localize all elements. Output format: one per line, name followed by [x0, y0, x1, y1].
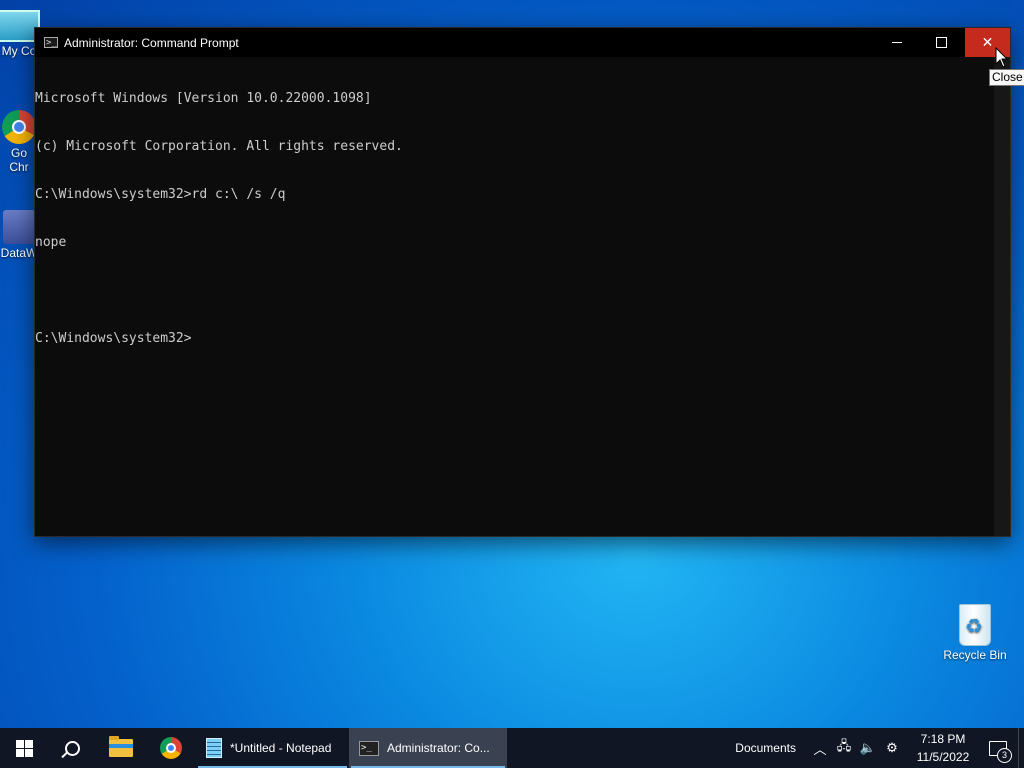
- maximize-icon: [936, 37, 947, 48]
- recycle-bin-icon: ♻: [955, 600, 995, 646]
- search-icon: [64, 740, 80, 756]
- vertical-scrollbar[interactable]: [994, 57, 1010, 536]
- chevron-up-icon[interactable]: ︿: [808, 739, 832, 758]
- volume-icon[interactable]: 🔈: [856, 740, 880, 756]
- network-icon[interactable]: 🖧: [832, 737, 856, 759]
- gear-icon[interactable]: ⚙: [880, 740, 904, 756]
- title-bar[interactable]: >_ Administrator: Command Prompt ✕: [35, 28, 1010, 57]
- notification-count-badge: 3: [997, 748, 1012, 763]
- taskbar-app-label: Administrator: Co...: [387, 741, 490, 755]
- console-prompt: C:\Windows\system32>: [35, 331, 192, 346]
- taskbar-app-command-prompt[interactable]: >_ Administrator: Co...: [349, 728, 507, 768]
- chrome-icon: [2, 110, 36, 144]
- minimize-icon: [891, 42, 902, 43]
- taskbar-app-notepad[interactable]: *Untitled - Notepad: [196, 728, 349, 768]
- clock-date: 11/5/2022: [916, 750, 970, 764]
- windows-logo-icon: [15, 739, 33, 757]
- taskbar: *Untitled - Notepad >_ Administrator: Co…: [0, 728, 1024, 768]
- console-line: Microsoft Windows [Version 10.0.22000.10…: [35, 91, 372, 106]
- window-title: Administrator: Command Prompt: [64, 35, 239, 50]
- console-line: (c) Microsoft Corporation. All rights re…: [35, 139, 403, 154]
- system-tray: Documents ︿ 🖧 🔈 ⚙ 7:18 PM 11/5/2022 3: [735, 728, 1024, 768]
- close-tooltip: Close: [989, 69, 1024, 86]
- chrome-taskbar-button[interactable]: [146, 728, 196, 768]
- clock-time: 7:18 PM: [920, 732, 966, 746]
- taskbar-app-label: *Untitled - Notepad: [230, 741, 332, 755]
- chrome-icon: [160, 737, 182, 759]
- datawrapper-icon: [3, 210, 35, 244]
- minimize-button[interactable]: [874, 28, 919, 57]
- desktop-icon-label: Recycle Bin: [943, 648, 1007, 662]
- console-line: nope: [35, 235, 67, 250]
- console-line: C:\Windows\system32>rd c:\ /s /q: [35, 187, 286, 202]
- show-desktop-button[interactable]: [1018, 728, 1024, 768]
- command-prompt-window[interactable]: >_ Administrator: Command Prompt ✕ Micro…: [34, 27, 1011, 537]
- desktop-icon-recycle-bin[interactable]: ♻ Recycle Bin: [938, 600, 1012, 662]
- notepad-icon: [206, 738, 222, 758]
- maximize-button[interactable]: [919, 28, 964, 57]
- close-icon: ✕: [981, 34, 994, 50]
- documents-toolbar[interactable]: Documents: [735, 741, 796, 755]
- file-explorer-button[interactable]: [96, 728, 146, 768]
- cmd-icon: >_: [359, 740, 379, 756]
- search-button[interactable]: [48, 728, 96, 768]
- start-button[interactable]: [0, 728, 48, 768]
- folder-icon: [109, 736, 133, 757]
- notification-center-button[interactable]: 3: [978, 728, 1018, 768]
- cmd-icon: >_: [44, 37, 58, 48]
- console-output[interactable]: Microsoft Windows [Version 10.0.22000.10…: [35, 57, 994, 536]
- clock[interactable]: 7:18 PM 11/5/2022: [908, 730, 978, 766]
